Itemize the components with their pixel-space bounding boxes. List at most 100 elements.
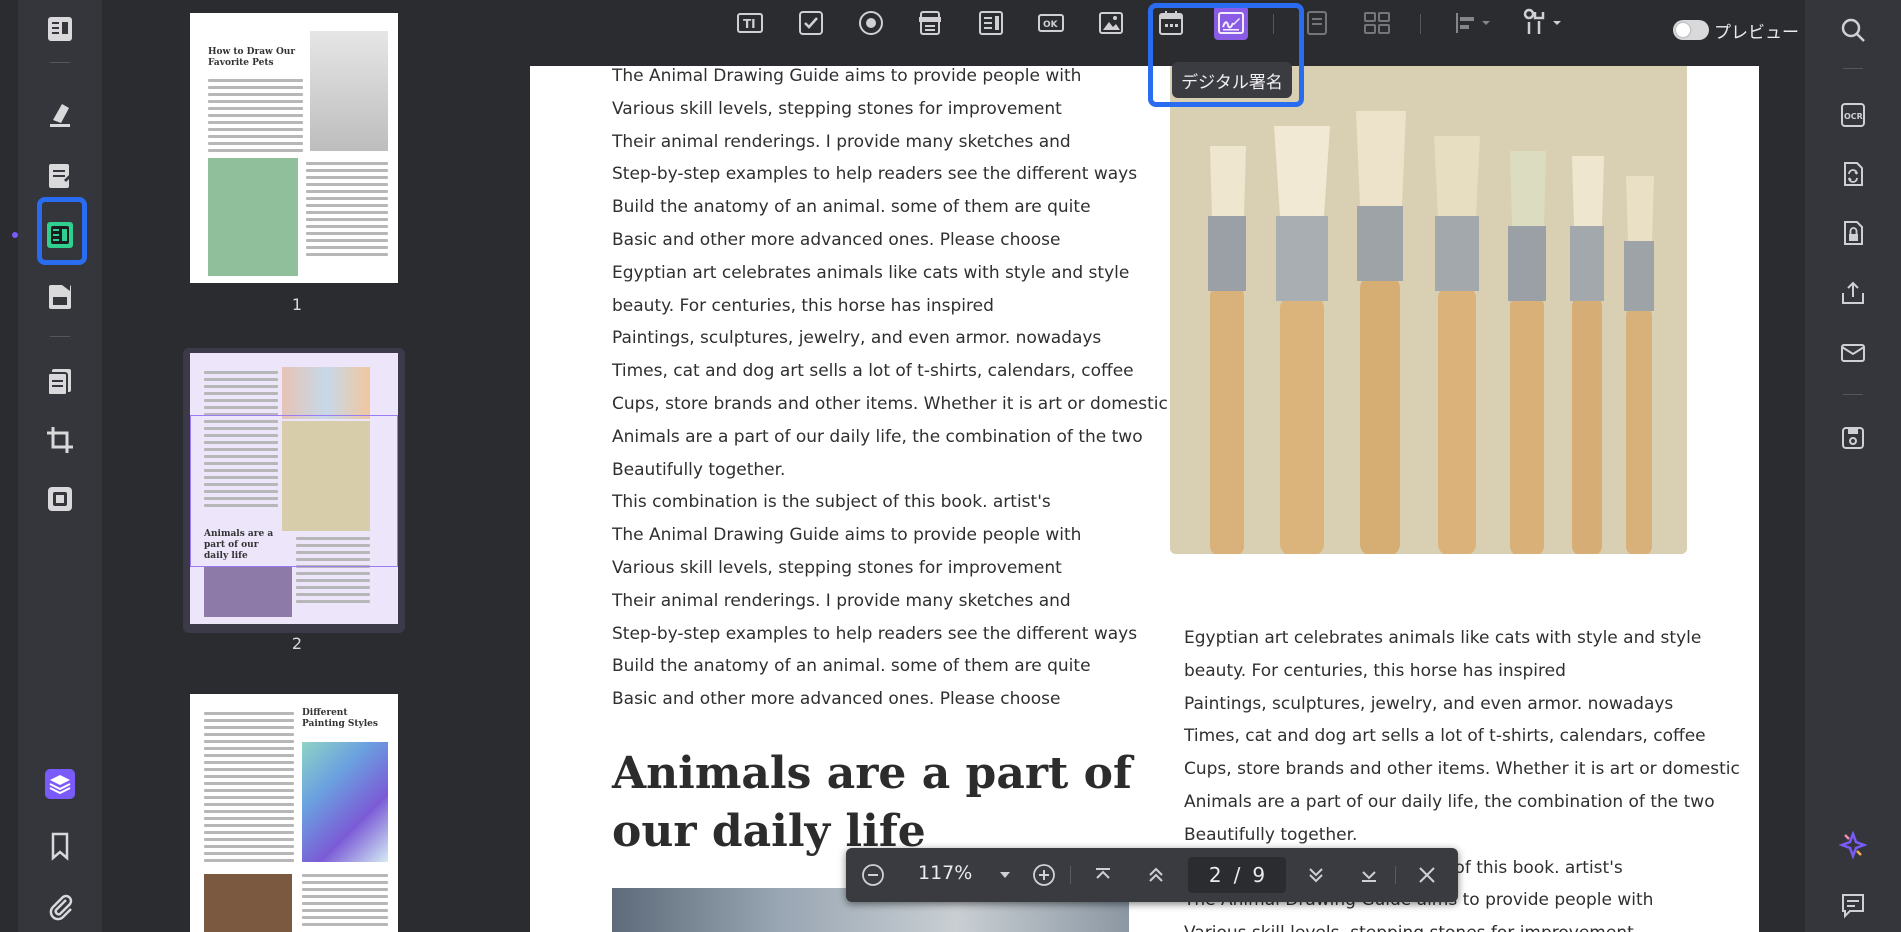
left-toolbar bbox=[0, 0, 102, 932]
comment-highlighter-icon[interactable] bbox=[42, 96, 78, 132]
right-toolbar: OCR bbox=[1805, 0, 1901, 932]
thumbnail-dog-photo bbox=[208, 158, 298, 276]
text-line: Their animal renderings. I provide many … bbox=[612, 590, 1071, 611]
next-page-icon[interactable] bbox=[1301, 860, 1331, 890]
thumbnail-text bbox=[306, 158, 388, 256]
bookmark-icon[interactable] bbox=[42, 828, 78, 864]
thumbnail-text bbox=[204, 708, 294, 862]
active-indicator bbox=[12, 232, 18, 238]
thumbnail-label: 1 bbox=[291, 295, 303, 314]
grid-layout-icon[interactable] bbox=[1360, 6, 1394, 40]
text-line: beauty. For centuries, this horse has in… bbox=[1184, 660, 1566, 681]
ocr-icon[interactable]: OCR bbox=[1836, 98, 1870, 132]
organize-pages-icon[interactable] bbox=[42, 364, 78, 400]
align-dropdown-icon[interactable] bbox=[1450, 6, 1498, 40]
paintbrushes-photo bbox=[1170, 66, 1687, 554]
text-line: beauty. For centuries, this horse has in… bbox=[612, 295, 994, 316]
left-column-text: The Animal Drawing Guide aims to provide… bbox=[612, 64, 1168, 720]
crop-pages-icon[interactable] bbox=[42, 422, 78, 458]
text-line: Times, cat and dog art sells a lot of t-… bbox=[612, 361, 1134, 382]
text-field-icon[interactable]: TI bbox=[733, 6, 767, 40]
search-icon[interactable] bbox=[1836, 13, 1870, 47]
thumbnail-page-3[interactable]: Different Painting Styles bbox=[190, 694, 398, 932]
preview-toggle[interactable] bbox=[1673, 20, 1709, 40]
thumbnail-page-2[interactable]: Animals are a part of our daily life bbox=[190, 353, 398, 624]
text-line: Cups, store brands and other items. Whet… bbox=[1184, 759, 1740, 780]
text-line: Times, cat and dog art sells a lot of t-… bbox=[1184, 726, 1706, 747]
svg-text:OCR: OCR bbox=[1844, 112, 1863, 121]
zoom-dropdown-icon[interactable] bbox=[990, 860, 1020, 890]
current-page[interactable]: 2 bbox=[1209, 863, 1222, 887]
edit-pdf-icon[interactable] bbox=[42, 158, 78, 194]
push-button-icon[interactable]: OK bbox=[1034, 6, 1068, 40]
thumbnail-page-1[interactable]: How to Draw Our Favorite Pets bbox=[190, 13, 398, 283]
thumbnail-panel: How to Draw Our Favorite Pets 1 Animals … bbox=[102, 0, 498, 932]
thumbnail-heading: How to Draw Our Favorite Pets bbox=[208, 47, 296, 68]
text-line: Egyptian art celebrates animals like cat… bbox=[1184, 628, 1702, 648]
zoom-out-icon[interactable] bbox=[858, 860, 888, 890]
combo-box-icon[interactable] bbox=[914, 6, 948, 40]
rail-divider bbox=[50, 62, 70, 63]
thumbnail-viewport bbox=[190, 415, 398, 567]
image-field-icon[interactable] bbox=[1094, 6, 1128, 40]
text-line: Various skill levels, stepping stones fo… bbox=[612, 557, 1062, 578]
rail-divider bbox=[50, 336, 70, 337]
text-line: Step-by-step examples to help readers se… bbox=[612, 623, 1138, 644]
text-line: Paintings, sculptures, jewelry, and even… bbox=[1184, 693, 1674, 714]
fill-sign-icon[interactable] bbox=[42, 279, 78, 315]
close-icon[interactable] bbox=[1412, 860, 1442, 890]
text-line: Cups, store brands and other items. Whet… bbox=[612, 393, 1168, 414]
text-line: The Animal Drawing Guide aims to provide… bbox=[612, 525, 1082, 546]
text-line: Various skill levels, stepping stones fo… bbox=[612, 98, 1062, 119]
email-icon[interactable] bbox=[1836, 336, 1870, 370]
thumbnail-paints-image bbox=[204, 874, 292, 932]
text-line: Build the anatomy of an animal. some of … bbox=[612, 656, 1091, 677]
ai-assistant-icon[interactable] bbox=[1836, 828, 1870, 862]
save-icon[interactable] bbox=[1836, 421, 1870, 455]
thumbnail-text bbox=[302, 870, 388, 926]
convert-icon[interactable] bbox=[1836, 157, 1870, 191]
section-heading: Animals are a part of our daily life bbox=[612, 745, 1132, 861]
thumbnail-dog-sketch bbox=[310, 31, 388, 151]
zoom-in-icon[interactable] bbox=[1029, 860, 1059, 890]
pdf-editor-app: How to Draw Our Favorite Pets 1 Animals … bbox=[0, 0, 1901, 932]
thumbnail-label: 2 bbox=[291, 634, 303, 653]
toolbar-divider bbox=[1420, 14, 1421, 34]
reader-mode-icon[interactable] bbox=[42, 11, 78, 47]
section-heading-line1: Animals are a part of bbox=[612, 748, 1132, 799]
checkbox-icon[interactable] bbox=[794, 6, 828, 40]
text-line: The Animal Drawing Guide aims to provide… bbox=[612, 66, 1082, 86]
prepare-form-icon[interactable] bbox=[42, 217, 78, 253]
attachment-icon[interactable] bbox=[42, 888, 78, 924]
text-line: Build the anatomy of an animal. some of … bbox=[612, 197, 1091, 218]
page-separator: / bbox=[1233, 863, 1241, 887]
text-line: Animals are a part of our daily life, th… bbox=[1184, 791, 1715, 812]
zoom-level[interactable]: 117% bbox=[918, 862, 972, 884]
tools-dropdown-icon[interactable] bbox=[1521, 6, 1569, 40]
thumbnail-text bbox=[208, 75, 303, 152]
text-line: Paintings, sculptures, jewelry, and even… bbox=[612, 328, 1102, 349]
protect-icon[interactable] bbox=[1836, 216, 1870, 250]
page-tools-icon[interactable] bbox=[42, 481, 78, 517]
first-page-icon[interactable] bbox=[1088, 860, 1118, 890]
comments-icon[interactable] bbox=[1836, 888, 1870, 922]
form-fields-list-icon[interactable] bbox=[1300, 6, 1334, 40]
rail-divider bbox=[1843, 394, 1863, 395]
text-line: Their animal renderings. I provide many … bbox=[612, 131, 1071, 152]
share-icon[interactable] bbox=[1836, 276, 1870, 310]
zoombar-divider bbox=[1070, 866, 1071, 884]
zoom-navigation-bar: 117% 2 / 9 bbox=[846, 848, 1458, 902]
last-page-icon[interactable] bbox=[1354, 860, 1384, 890]
text-line: Basic and other more advanced ones. Plea… bbox=[612, 229, 1061, 250]
radio-button-icon[interactable] bbox=[854, 6, 888, 40]
layers-icon[interactable] bbox=[42, 766, 78, 802]
signature-tooltip: デジタル署名 bbox=[1172, 62, 1292, 98]
previous-page-icon[interactable] bbox=[1141, 860, 1171, 890]
left-edge bbox=[0, 0, 18, 932]
page-number-field[interactable]: 2 / 9 bbox=[1188, 857, 1286, 893]
list-box-icon[interactable] bbox=[974, 6, 1008, 40]
thumbnail-butterfly-image bbox=[204, 567, 292, 617]
text-line: Step-by-step examples to help readers se… bbox=[612, 164, 1138, 185]
zoombar-divider bbox=[1395, 866, 1396, 884]
total-pages: 9 bbox=[1252, 863, 1266, 887]
